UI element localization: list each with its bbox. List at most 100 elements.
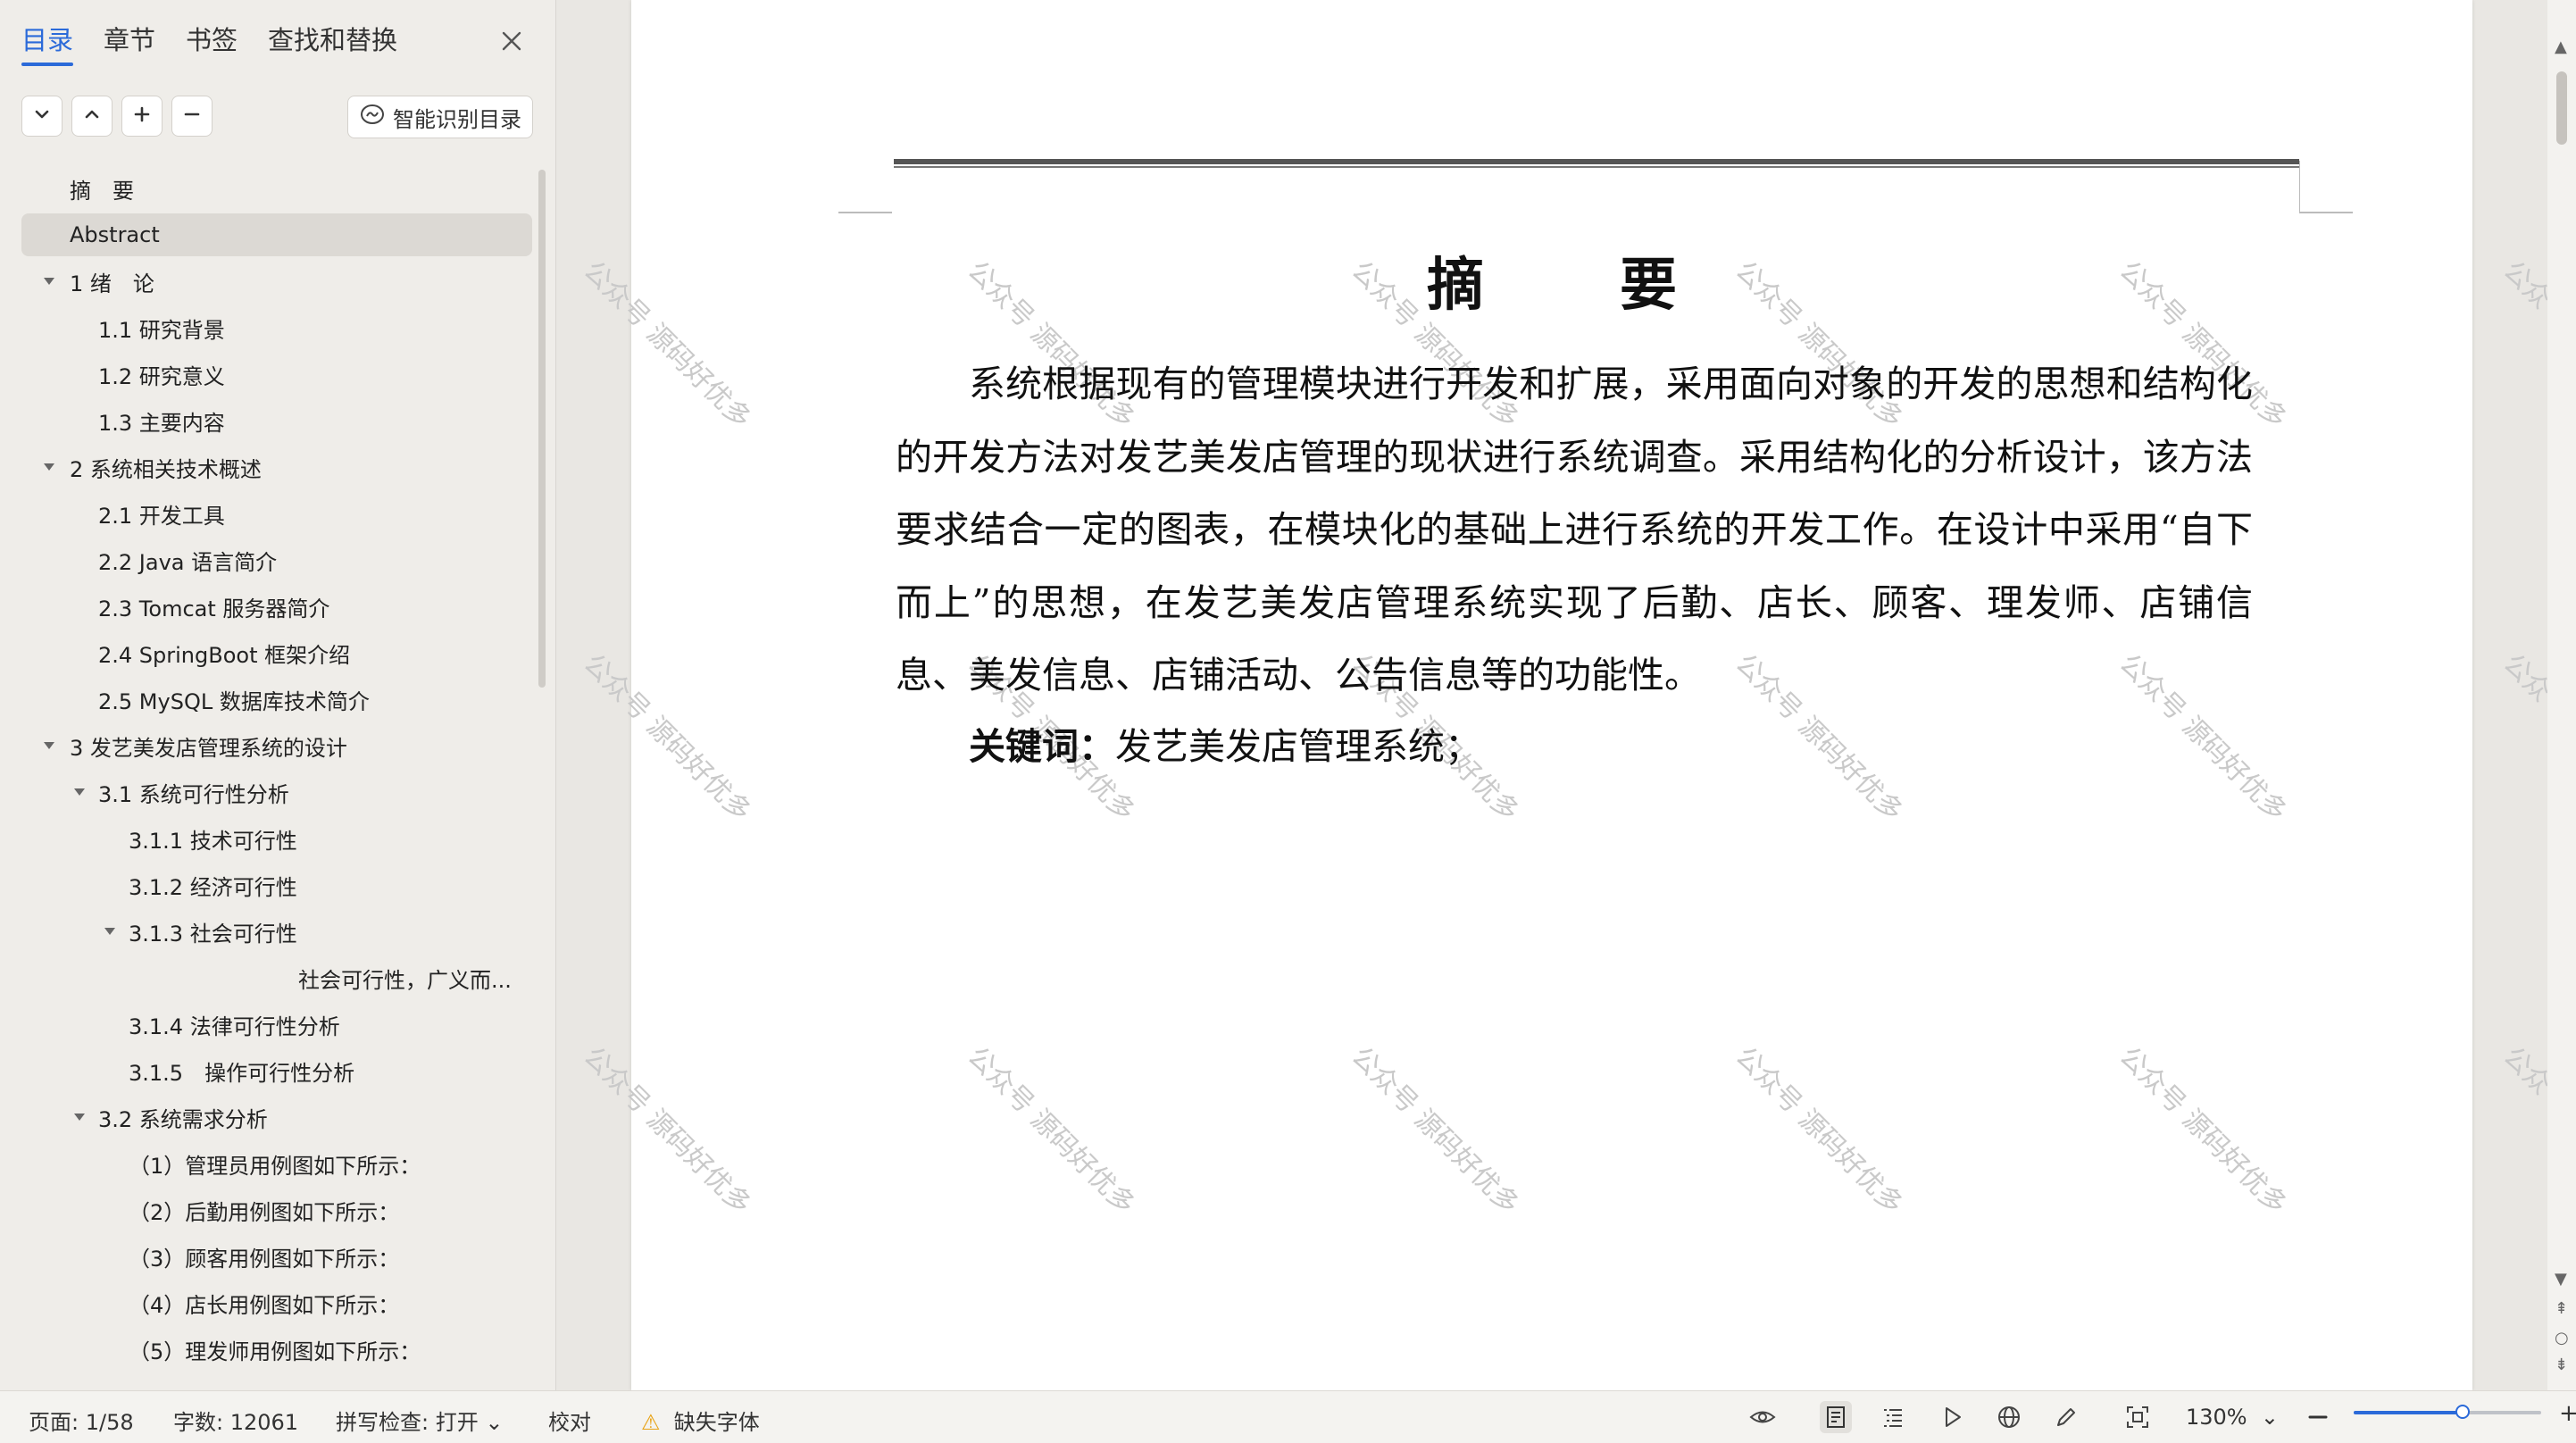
toc-item[interactable]: （4）店长用例图如下所示： (21, 1281, 532, 1324)
watermark-text: 公众号 源码好优多 (577, 1040, 757, 1221)
play-icon[interactable] (1936, 1401, 1968, 1433)
toc-item[interactable]: 3.1.3 社会可行性 (21, 910, 532, 953)
scroll-down-icon[interactable]: ▼ (2555, 1270, 2567, 1289)
page-corner-mark (838, 212, 892, 213)
chevron-down-icon: ⌄ (478, 1410, 504, 1435)
toc-item[interactable]: 1.1 研究背景 (21, 306, 532, 349)
select-browse-icon[interactable]: ○ (2555, 1329, 2569, 1347)
toc-item-label: 2.3 Tomcat 服务器简介 (98, 596, 330, 621)
caret-down-icon[interactable] (102, 923, 118, 939)
prev-page-icon[interactable]: ⇞ (2555, 1299, 2568, 1318)
keywords-value: 发艺美发店管理系统； (1115, 725, 1481, 768)
scroll-up-icon[interactable]: ▲ (2555, 38, 2567, 56)
caret-down-icon[interactable] (71, 1109, 88, 1125)
zoom-slider-knob[interactable] (2455, 1405, 2470, 1419)
web-view-icon[interactable] (1993, 1401, 2025, 1433)
tab-bookmarks[interactable]: 书签 (186, 20, 238, 57)
caret-down-icon[interactable] (71, 784, 88, 800)
toc-item[interactable]: 2.1 开发工具 (21, 492, 532, 535)
ai-cloud-icon (359, 101, 386, 133)
toc-item-label: 3.1.4 法律可行性分析 (129, 1013, 340, 1039)
zoom-out-icon[interactable] (2302, 1401, 2334, 1433)
page-indicator[interactable]: 页面: 1/58 (29, 1405, 134, 1436)
toc-item-label: Abstract (70, 222, 160, 247)
toc-item[interactable]: 摘 要 (21, 167, 532, 210)
tab-chapters[interactable]: 章节 (104, 20, 155, 57)
smart-toc-button[interactable]: 智能识别目录 (347, 96, 533, 138)
toc-item-label: 3.1.1 技术可行性 (129, 828, 297, 854)
toc-item-label: 社会可行性，广义而... (298, 967, 512, 993)
navigation-pane: 目录 章节 书签 查找和替换 智能识别目录 摘 要 Abstract 1 绪 论 1.… (0, 0, 556, 1390)
toc-item[interactable]: （3）顾客用例图如下所示： (21, 1235, 532, 1278)
zoom-select[interactable]: 130% ⌄ (2186, 1405, 2279, 1430)
tab-toc[interactable]: 目录 (21, 20, 74, 66)
spellcheck-toggle[interactable]: 拼写检查: 打开 ⌄ (336, 1405, 503, 1436)
eye-protection-icon[interactable] (1747, 1401, 1779, 1433)
watermark-text: 公众号 源码好优多 (1729, 1040, 1909, 1221)
toc-item[interactable]: 3.2 系统需求分析 (21, 1096, 532, 1139)
expand-up-button[interactable] (71, 96, 113, 137)
toc-item[interactable]: 1.2 研究意义 (21, 353, 532, 396)
missing-fonts-button[interactable]: ⚠ 缺失字体 (641, 1405, 760, 1436)
pen-icon[interactable] (2050, 1401, 2082, 1433)
toc-item-label: 1 绪 论 (70, 271, 154, 296)
toc-item[interactable]: 社会可行性，广义而... (21, 956, 532, 999)
toc-item[interactable]: Abstract (21, 213, 532, 256)
outline-view-icon[interactable] (1877, 1401, 1909, 1433)
toc-item[interactable]: 1 绪 论 (21, 260, 532, 303)
scrollbar-thumb[interactable] (2556, 71, 2567, 145)
fit-page-icon[interactable] (2122, 1401, 2154, 1433)
collapse-all-button[interactable] (21, 96, 63, 137)
remove-entry-button[interactable] (171, 96, 213, 137)
toc-item-label: （4）店长用例图如下所示： (129, 1292, 400, 1318)
caret-down-icon[interactable] (41, 273, 57, 289)
toc-item[interactable]: 2.2 Java 语言简介 (21, 538, 532, 581)
toc-item[interactable]: （2）后勤用例图如下所示： (21, 1189, 532, 1231)
page-title: 摘 要 (1427, 252, 1716, 319)
tab-find-replace[interactable]: 查找和替换 (268, 20, 397, 57)
toc-item[interactable]: （1）管理员用例图如下所示： (21, 1142, 532, 1185)
toc-item[interactable]: 3.1.5 操作可行性分析 (21, 1049, 532, 1092)
toc-item[interactable]: （5）理发师用例图如下所示： (21, 1328, 532, 1371)
chevron-down-icon (31, 104, 53, 129)
zoom-in-icon[interactable]: + (2559, 1400, 2576, 1427)
toc-item[interactable]: 1.3 主要内容 (21, 399, 532, 442)
missing-fonts-label: 缺失字体 (673, 1410, 760, 1435)
proofread-button[interactable]: 校对 (548, 1405, 591, 1436)
keywords-label: 关键词： (969, 725, 1115, 768)
caret-down-icon[interactable] (41, 459, 57, 475)
close-icon[interactable] (494, 23, 529, 59)
add-entry-button[interactable] (121, 96, 163, 137)
toc-scrollbar[interactable] (538, 170, 546, 688)
toc-item-label: 3.1.2 经济可行性 (129, 874, 297, 900)
toc-item-label: 1.2 研究意义 (98, 363, 225, 389)
toc-item-label: 3.1 系统可行性分析 (98, 781, 289, 807)
page-view-icon[interactable] (1820, 1401, 1852, 1433)
caret-down-icon[interactable] (41, 738, 57, 754)
toc-item-label: 1.3 主要内容 (98, 410, 225, 436)
document-page: 公众号 源码好优多 公众号 源码好优多 公众号 源码好优多 公众号 源码好优多 公众号 … (578, 0, 2576, 1390)
toc-item[interactable]: 2.3 Tomcat 服务器简介 (21, 585, 532, 628)
smart-toc-label: 智能识别目录 (393, 106, 521, 132)
toc-item[interactable]: 3.1.1 技术可行性 (21, 817, 532, 860)
vertical-scrollbar[interactable]: ▲ ▼ ⇞ ○ ⇟ (2547, 0, 2576, 1390)
toc-item[interactable]: 3.1 系统可行性分析 (21, 771, 532, 813)
word-count[interactable]: 字数: 12061 (173, 1405, 298, 1436)
toc-item[interactable]: 3 发艺美发店管理系统的设计 (21, 724, 532, 767)
toc-item[interactable]: 2.5 MySQL 数据库技术简介 (21, 678, 532, 721)
toc-item[interactable]: 3.1.2 经济可行性 (21, 863, 532, 906)
toc-item-label: 2 系统相关技术概述 (70, 456, 262, 482)
minus-icon (181, 104, 203, 129)
zoom-slider[interactable] (2354, 1405, 2541, 1419)
toc-item-label: 2.5 MySQL 数据库技术简介 (98, 688, 370, 714)
warning-icon: ⚠ (641, 1410, 661, 1435)
toc-item[interactable]: 3.1.4 法律可行性分析 (21, 1003, 532, 1046)
toc-item-label: 2.4 SpringBoot 框架介绍 (98, 642, 351, 668)
toc-item-label: （1）管理员用例图如下所示： (129, 1153, 421, 1179)
page-corner-mark (2299, 161, 2353, 213)
toc-item[interactable]: 2.4 SpringBoot 框架介绍 (21, 631, 532, 674)
chevron-down-icon: ⌄ (2247, 1405, 2279, 1430)
toc-item[interactable]: 2 系统相关技术概述 (21, 446, 532, 488)
toc-item-label: 2.1 开发工具 (98, 503, 225, 529)
next-page-icon[interactable]: ⇟ (2555, 1355, 2568, 1374)
